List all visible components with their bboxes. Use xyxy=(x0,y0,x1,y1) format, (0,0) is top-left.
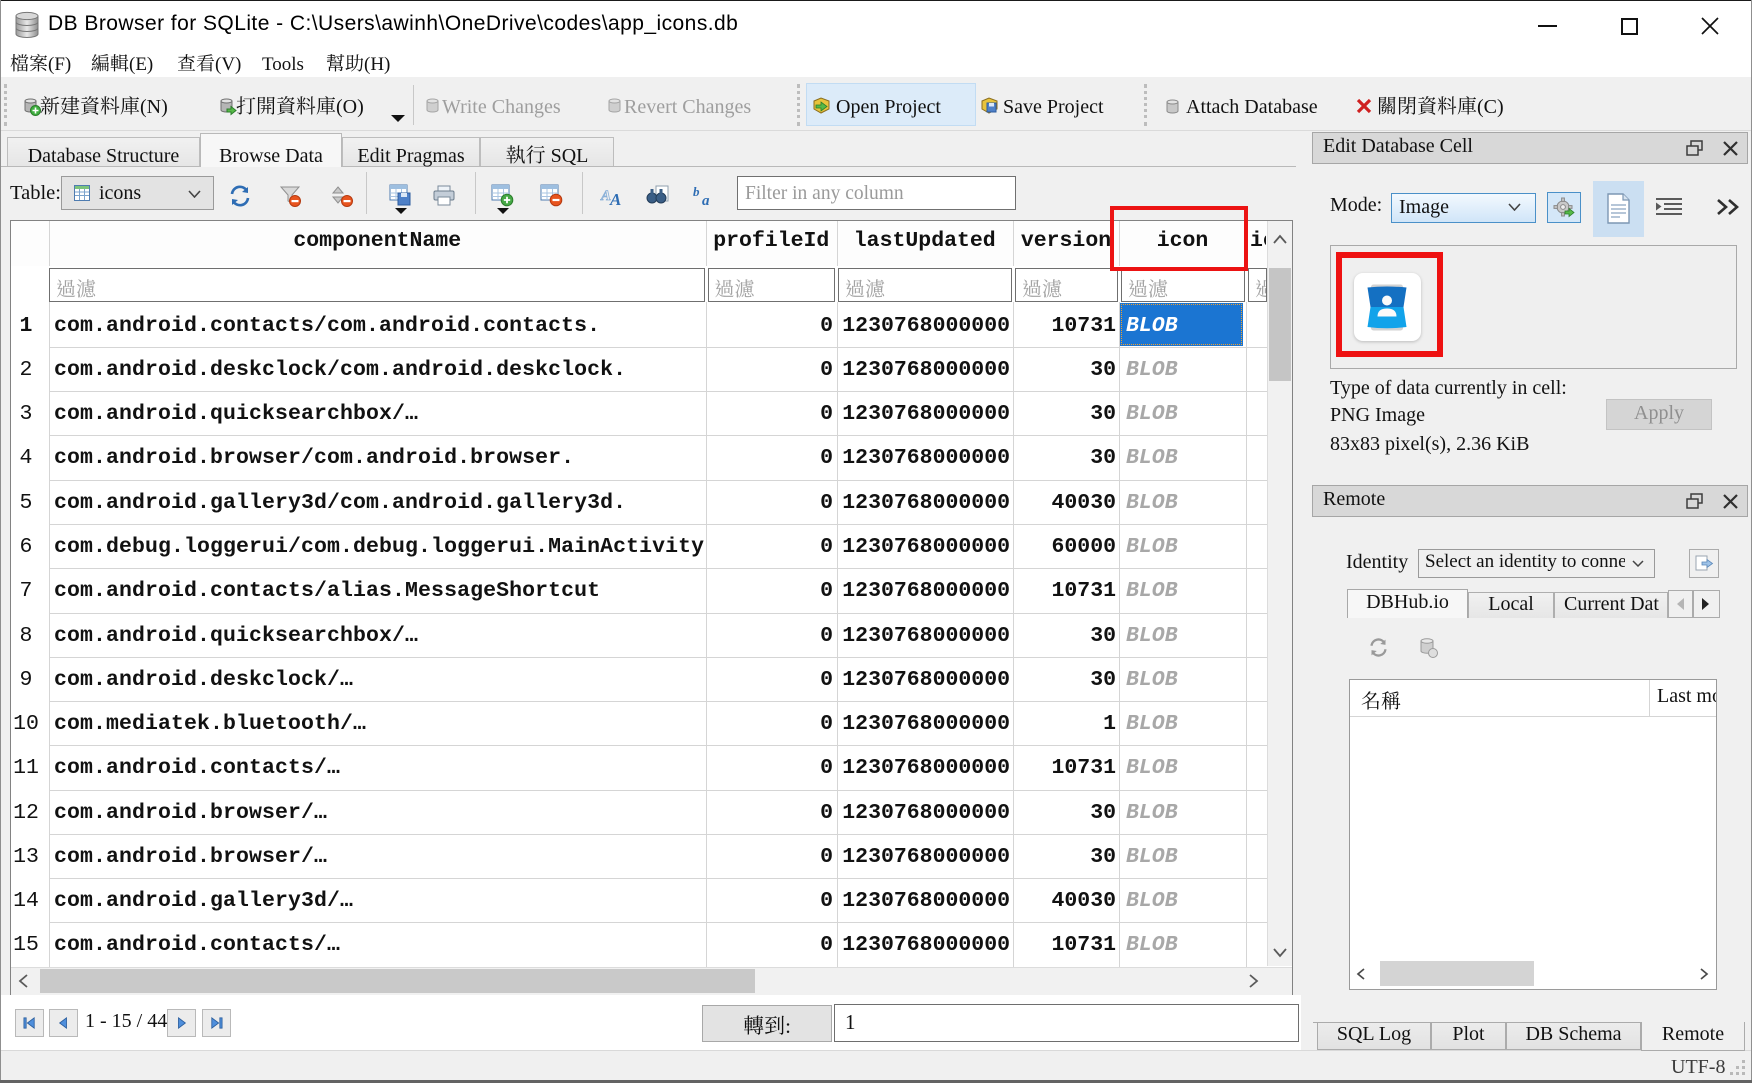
svg-text:b: b xyxy=(693,184,700,199)
svg-text:a: a xyxy=(702,193,710,208)
svg-text:A: A xyxy=(609,190,621,208)
